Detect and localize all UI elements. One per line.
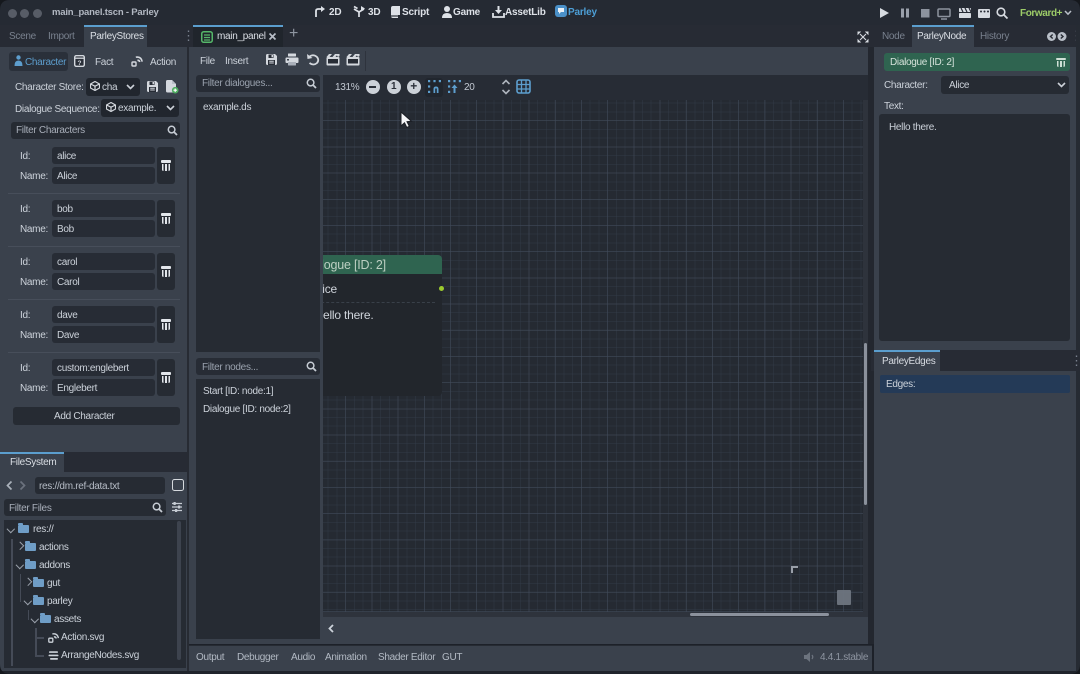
svg-text:?: ? bbox=[78, 60, 82, 67]
